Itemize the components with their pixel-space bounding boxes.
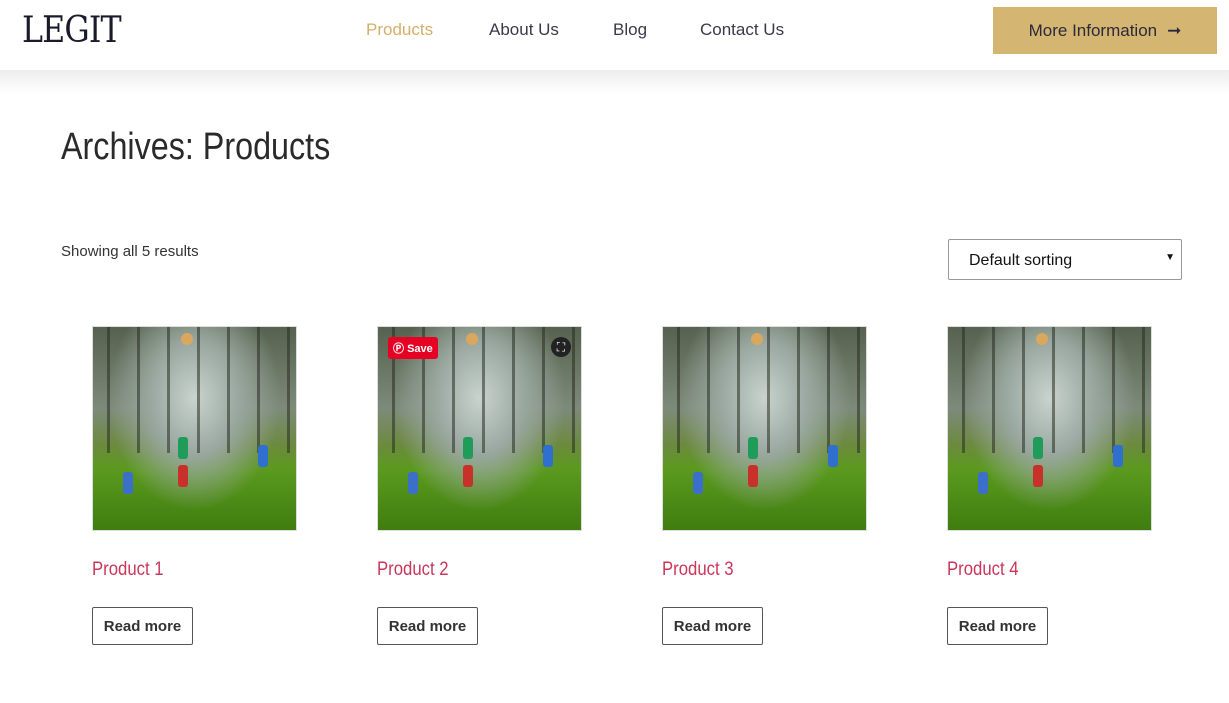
site-header: LEGIT Products About Us Blog Contact Us … bbox=[0, 0, 1229, 70]
product-card: Product 4 Read more bbox=[947, 326, 1152, 645]
image-ball bbox=[1036, 333, 1048, 345]
image-child bbox=[178, 465, 188, 487]
read-more-button[interactable]: Read more bbox=[662, 607, 763, 645]
product-image[interactable]: Ⓟ Save ⛶ bbox=[377, 326, 582, 531]
more-information-button[interactable]: More Information ➞ bbox=[993, 7, 1217, 54]
image-ball bbox=[466, 333, 478, 345]
product-image[interactable] bbox=[662, 326, 867, 531]
fullscreen-icon[interactable]: ⛶ bbox=[551, 337, 571, 357]
nav-products[interactable]: Products bbox=[366, 20, 433, 40]
product-title[interactable]: Product 4 bbox=[947, 559, 1127, 581]
image-child bbox=[123, 472, 133, 494]
image-child bbox=[463, 465, 473, 487]
product-image[interactable] bbox=[947, 326, 1152, 531]
image-child bbox=[1033, 437, 1043, 459]
pin-save-label: Save bbox=[407, 343, 433, 355]
result-count: Showing all 5 results bbox=[61, 243, 199, 260]
image-trees bbox=[663, 327, 866, 453]
image-child bbox=[178, 437, 188, 459]
image-child bbox=[748, 437, 758, 459]
image-child bbox=[543, 445, 553, 467]
pinterest-save-button[interactable]: Ⓟ Save bbox=[388, 337, 438, 359]
image-child bbox=[258, 445, 268, 467]
page-title: Archives: Products bbox=[61, 126, 331, 168]
image-child bbox=[748, 465, 758, 487]
nav-contact-us[interactable]: Contact Us bbox=[700, 20, 784, 40]
product-image[interactable] bbox=[92, 326, 297, 531]
header-shadow bbox=[0, 70, 1229, 95]
read-more-button[interactable]: Read more bbox=[92, 607, 193, 645]
image-ball bbox=[751, 333, 763, 345]
image-trees bbox=[93, 327, 296, 453]
image-ball bbox=[181, 333, 193, 345]
image-child bbox=[828, 445, 838, 467]
image-child bbox=[1113, 445, 1123, 467]
product-title[interactable]: Product 1 bbox=[92, 559, 272, 581]
dropdown-arrow-icon: ▼ bbox=[1165, 252, 1175, 263]
site-logo[interactable]: LEGIT bbox=[22, 10, 122, 51]
arrow-right-icon: ➞ bbox=[1167, 20, 1182, 40]
cta-label: More Information bbox=[1028, 20, 1158, 40]
product-title[interactable]: Product 3 bbox=[662, 559, 842, 581]
image-child bbox=[693, 472, 703, 494]
image-child bbox=[408, 472, 418, 494]
product-card: Ⓟ Save ⛶ Product 2 Read more bbox=[377, 326, 582, 645]
product-title[interactable]: Product 2 bbox=[377, 559, 557, 581]
product-card: Product 1 Read more bbox=[92, 326, 297, 645]
image-child bbox=[1033, 465, 1043, 487]
read-more-button[interactable]: Read more bbox=[947, 607, 1048, 645]
sort-select[interactable]: Default sorting ▼ bbox=[948, 239, 1182, 280]
nav-about-us[interactable]: About Us bbox=[489, 20, 559, 40]
nav-blog[interactable]: Blog bbox=[613, 20, 647, 40]
read-more-button[interactable]: Read more bbox=[377, 607, 478, 645]
image-child bbox=[978, 472, 988, 494]
sort-value: Default sorting bbox=[969, 252, 1073, 269]
image-trees bbox=[948, 327, 1151, 453]
product-card: Product 3 Read more bbox=[662, 326, 867, 645]
image-child bbox=[463, 437, 473, 459]
